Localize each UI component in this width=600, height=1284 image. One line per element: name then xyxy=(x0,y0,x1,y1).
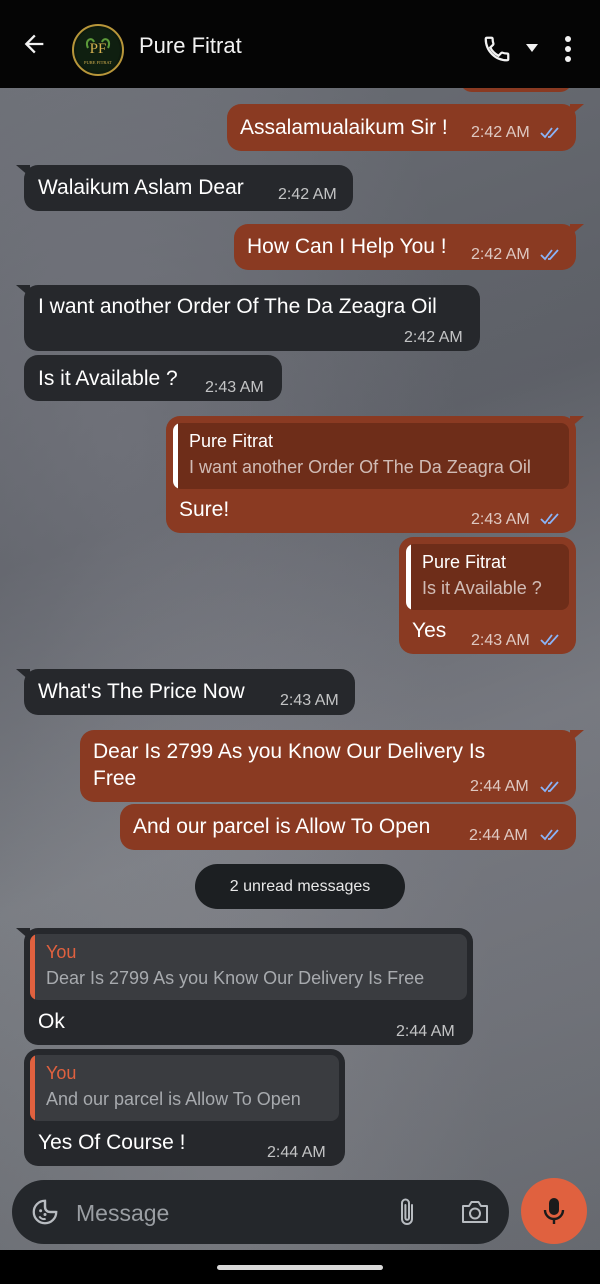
message-text-line: Dear Is 2799 As you Know Our Delivery Is xyxy=(93,740,486,763)
message-bubble-outgoing[interactable]: How Can I Help You ! 2:42 AM xyxy=(234,224,584,270)
message-bubble-outgoing[interactable]: Dear Is 2799 As you Know Our Delivery Is… xyxy=(80,730,584,802)
double-check-icon xyxy=(540,127,559,139)
message-bubble-incoming[interactable]: You And our parcel is Allow To Open Yes … xyxy=(24,1049,345,1166)
quote-bar xyxy=(30,934,35,1000)
quote-author: Pure Fitrat xyxy=(189,431,274,451)
double-check-icon xyxy=(540,829,559,841)
message-time: 2:44 AM xyxy=(469,827,528,844)
message-text-line: Free xyxy=(93,767,137,790)
message-bubble-partial xyxy=(460,88,572,92)
message-text: Walaikum Aslam Dear xyxy=(38,176,244,199)
camera-icon[interactable] xyxy=(460,1198,490,1226)
message-time: 2:43 AM xyxy=(471,511,530,528)
message-text: Sure! xyxy=(179,498,230,521)
message-time: 2:44 AM xyxy=(267,1144,326,1161)
message-text: Assalamualaikum Sir ! xyxy=(240,116,448,139)
message-text: I want another Order Of The Da Zeagra Oi… xyxy=(38,295,437,318)
message-text: Is it Available ? xyxy=(38,367,178,390)
message-time: 2:42 AM xyxy=(404,329,463,346)
message-time: 2:43 AM xyxy=(205,379,264,396)
message-bubble-incoming[interactable]: I want another Order Of The Da Zeagra Oi… xyxy=(16,285,480,351)
message-composer xyxy=(12,1180,509,1244)
quote-text: I want another Order Of The Da Zeagra Oi… xyxy=(189,457,531,477)
avatar-caption: PURE FITRAT xyxy=(84,60,112,65)
message-time: 2:43 AM xyxy=(471,632,530,649)
contact-name[interactable]: Pure Fitrat xyxy=(139,33,242,59)
emoji-icon[interactable] xyxy=(30,1197,60,1227)
message-time: 2:42 AM xyxy=(471,246,530,263)
chevron-down-icon[interactable] xyxy=(524,42,540,54)
quoted-message[interactable]: You And our parcel is Allow To Open xyxy=(30,1055,339,1121)
message-bubble-incoming[interactable]: Is it Available ? 2:43 AM xyxy=(24,355,282,401)
quote-text: Is it Available ? xyxy=(422,578,542,598)
quote-author: You xyxy=(46,1063,77,1083)
message-time: 2:44 AM xyxy=(470,778,529,795)
phone-icon[interactable] xyxy=(482,34,512,64)
double-check-icon xyxy=(540,781,559,793)
message-input[interactable] xyxy=(76,1198,376,1228)
message-text: And our parcel is Allow To Open xyxy=(133,815,431,838)
chat-area[interactable]: Assalamualaikum Sir ! 2:42 AM Walaikum A… xyxy=(0,88,600,1250)
avatar[interactable]: PF PURE FITRAT xyxy=(72,24,124,76)
quoted-message[interactable]: Pure Fitrat I want another Order Of The … xyxy=(173,423,569,489)
logo-icon: PF PURE FITRAT xyxy=(76,28,120,72)
double-check-icon xyxy=(540,634,559,646)
message-time: 2:42 AM xyxy=(278,186,337,203)
message-bubble-incoming[interactable]: You Dear Is 2799 As you Know Our Deliver… xyxy=(16,928,473,1045)
message-bubble-incoming[interactable]: Walaikum Aslam Dear 2:42 AM xyxy=(16,165,353,211)
quote-text: Dear Is 2799 As you Know Our Delivery Is… xyxy=(46,968,425,988)
quote-author: You xyxy=(46,942,77,962)
quoted-message[interactable]: You Dear Is 2799 As you Know Our Deliver… xyxy=(30,934,467,1000)
mic-button[interactable] xyxy=(521,1178,587,1244)
quote-text: And our parcel is Allow To Open xyxy=(46,1089,301,1109)
message-text: Yes xyxy=(412,619,447,642)
message-text: What's The Price Now xyxy=(38,680,245,703)
message-time: 2:42 AM xyxy=(471,124,530,141)
quote-bar xyxy=(173,423,178,489)
back-arrow-icon[interactable] xyxy=(20,30,48,58)
unread-messages-banner: 2 unread messages xyxy=(195,864,405,909)
message-bubble-outgoing[interactable]: Assalamualaikum Sir ! 2:42 AM xyxy=(227,104,584,151)
attach-icon[interactable] xyxy=(397,1196,417,1228)
double-check-icon xyxy=(540,513,559,525)
more-vert-icon[interactable] xyxy=(560,34,576,64)
message-bubble-incoming[interactable]: What's The Price Now 2:43 AM xyxy=(16,669,355,715)
double-check-icon xyxy=(540,249,559,261)
quote-bar xyxy=(30,1055,35,1121)
message-text: Ok xyxy=(38,1010,65,1033)
message-time: 2:44 AM xyxy=(396,1023,455,1040)
quoted-message[interactable]: Pure Fitrat Is it Available ? xyxy=(406,544,569,610)
message-bubble-outgoing[interactable]: Pure Fitrat I want another Order Of The … xyxy=(166,416,584,533)
mic-icon xyxy=(543,1198,565,1224)
message-bubble-outgoing[interactable]: And our parcel is Allow To Open 2:44 AM xyxy=(120,804,576,850)
quote-bar xyxy=(406,544,411,610)
avatar-monogram: PF xyxy=(90,41,107,57)
home-gesture-handle[interactable] xyxy=(217,1265,383,1270)
message-text: How Can I Help You ! xyxy=(247,235,447,258)
message-text: Yes Of Course ! xyxy=(38,1131,186,1154)
chat-header: PF PURE FITRAT Pure Fitrat xyxy=(0,0,600,88)
message-bubble-outgoing[interactable]: Pure Fitrat Is it Available ? Yes 2:43 A… xyxy=(399,537,576,654)
message-time: 2:43 AM xyxy=(280,692,339,709)
quote-author: Pure Fitrat xyxy=(422,552,507,572)
